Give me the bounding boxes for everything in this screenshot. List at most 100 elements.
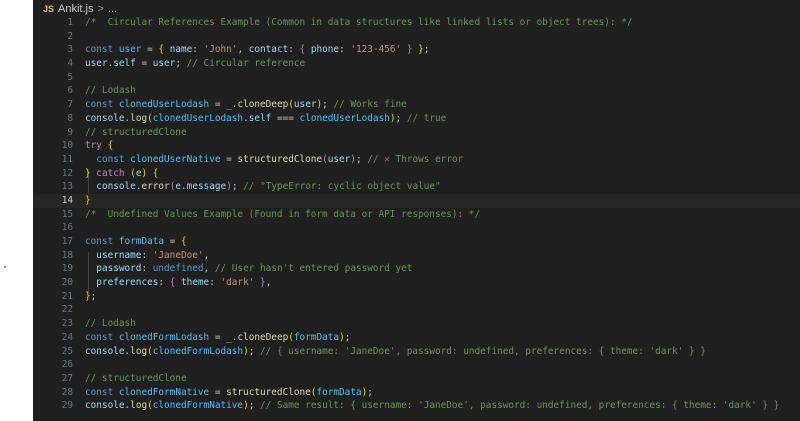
code-token: ; [395, 112, 407, 124]
code-line[interactable]: 12} catch (e) { [33, 167, 800, 181]
code-line[interactable]: 18 username: 'JaneDoe', [33, 249, 800, 263]
line-number: 28 [61, 386, 73, 398]
code-editor[interactable]: JS Ankit.js > ... 1 /* Circular Reference… [33, 0, 800, 421]
code-token: log [130, 400, 148, 412]
code-line[interactable]: 19 password: undefined, // User hasn't e… [33, 262, 800, 276]
code-line[interactable]: 17 const formData = { [33, 235, 800, 249]
code-token: } [254, 277, 266, 289]
code-line[interactable]: 7 const clonedUserLodash = _.cloneDeep(us… [33, 98, 800, 112]
code-line[interactable]: 23 // Lodash [33, 317, 800, 331]
code-token: = [209, 386, 227, 398]
code-token: log [130, 345, 148, 357]
breadcrumb-file[interactable]: Ankit.js [58, 3, 93, 15]
code-token: const [85, 236, 119, 247]
code-token: const [85, 44, 119, 56]
code-token: // structuredClone [85, 372, 187, 384]
code-token: // Same result: { username: 'JaneDoe', p… [260, 400, 780, 412]
code-line[interactable]: 2 [33, 30, 800, 44]
javascript-file-icon: JS [43, 4, 55, 14]
code-token: ; [175, 58, 187, 70]
code-line[interactable]: 6 // Lodash [33, 84, 800, 98]
code-line[interactable]: 14} [33, 193, 800, 208]
code-token: try [85, 140, 108, 152]
code-line[interactable]: 29 console.log(clonedFormNative); // Same… [33, 399, 800, 413]
code-token: clonedFormLodash [152, 345, 244, 357]
code-line[interactable]: 8 console.log(clonedUserLodash.self === c… [33, 112, 800, 126]
code-line[interactable]: 22 [33, 303, 800, 317]
code-token: Throws error [389, 153, 464, 165]
line-number: 17 [61, 236, 73, 247]
code-line[interactable]: 24 const clonedFormLodash = _.cloneDeep(f… [33, 331, 800, 345]
line-number: 25 [61, 345, 73, 357]
code-token: clonedUserLodash [299, 112, 390, 124]
code-token: user [152, 58, 176, 70]
code-token: 'dark' [220, 277, 255, 289]
line-number: 27 [61, 372, 73, 384]
code-token: ; [344, 331, 351, 343]
line-number: 15 [61, 208, 73, 220]
code-token: : [288, 44, 300, 56]
line-number: 18 [61, 249, 73, 261]
code-line[interactable]: 5 [33, 71, 800, 85]
code-token: user [118, 44, 142, 56]
code-line[interactable]: 16 [33, 221, 800, 235]
code-token: { [158, 44, 170, 56]
code-token: user [293, 99, 317, 111]
code-token: = [220, 153, 238, 165]
code-token: , [203, 249, 210, 261]
code-token: phone [310, 44, 340, 56]
code-token: console [96, 181, 136, 193]
code-token: structuredClone [237, 153, 323, 165]
code-token: // Works fine [333, 99, 407, 111]
code-line[interactable]: 11 const clonedUserNative = structuredCl… [33, 153, 800, 167]
code-line[interactable]: 13 console.error(e.message); // "TypeErr… [33, 180, 800, 194]
code-line[interactable]: 4 user.self = user; // Circular reference [33, 57, 800, 71]
code-token: ; [231, 181, 244, 193]
line-number: 14 [61, 194, 73, 206]
code-token: clonedUserLodash [118, 99, 210, 111]
code-line[interactable]: 20 preferences: { theme: 'dark' }, [33, 276, 800, 290]
breadcrumb-symbols[interactable]: ... [108, 3, 117, 15]
code-token: user [85, 58, 108, 70]
code-line[interactable]: 28 const clonedFormNative = structuredClo… [33, 386, 800, 400]
code-lines[interactable]: 1 /* Circular References Example (Common … [33, 16, 800, 413]
code-token: /* Circular References Example (Common i… [85, 17, 633, 28]
code-token: ; [355, 153, 368, 165]
code-token: ; [248, 345, 261, 357]
line-number: 16 [61, 222, 73, 234]
code-line[interactable]: 3 const user = { name: 'John', contact: {… [33, 43, 800, 57]
line-number: 9 [67, 126, 73, 138]
code-line[interactable]: 1 /* Circular References Example (Common … [33, 16, 800, 30]
code-line[interactable]: 27 // structuredClone [33, 372, 800, 386]
line-number: 3 [67, 44, 73, 56]
line-number: 12 [61, 167, 73, 179]
code-line[interactable]: 15 /* Undefined Values Example (Found in … [33, 208, 800, 222]
code-token: { [107, 140, 114, 152]
line-number: 11 [61, 153, 73, 165]
code-token: // "TypeError: cyclic object value" [243, 181, 441, 193]
code-line[interactable]: 26 [33, 358, 800, 372]
code-token: clonedUserNative [130, 153, 221, 165]
code-token: ; [322, 99, 334, 111]
code-token: contact [248, 44, 289, 56]
code-line[interactable]: 10 try { [33, 139, 800, 153]
code-line[interactable]: 25 console.log(clonedFormLodash); // { us… [33, 345, 800, 359]
line-number: 24 [61, 331, 73, 343]
code-token: : [339, 44, 351, 56]
code-token: ; [423, 44, 430, 56]
code-token: self [113, 58, 136, 70]
code-token: self [248, 112, 272, 124]
line-number: 20 [61, 277, 73, 289]
code-token: clonedFormLodash [118, 331, 210, 343]
code-line[interactable]: 21}; [33, 290, 800, 304]
code-token: error [141, 181, 170, 193]
code-token: } [412, 44, 424, 56]
code-token: = [164, 236, 181, 247]
code-token: user [327, 153, 351, 165]
code-token: 'John' [203, 44, 238, 56]
line-number: 6 [67, 85, 73, 97]
code-line[interactable]: 9 // structuredClone [33, 126, 800, 140]
